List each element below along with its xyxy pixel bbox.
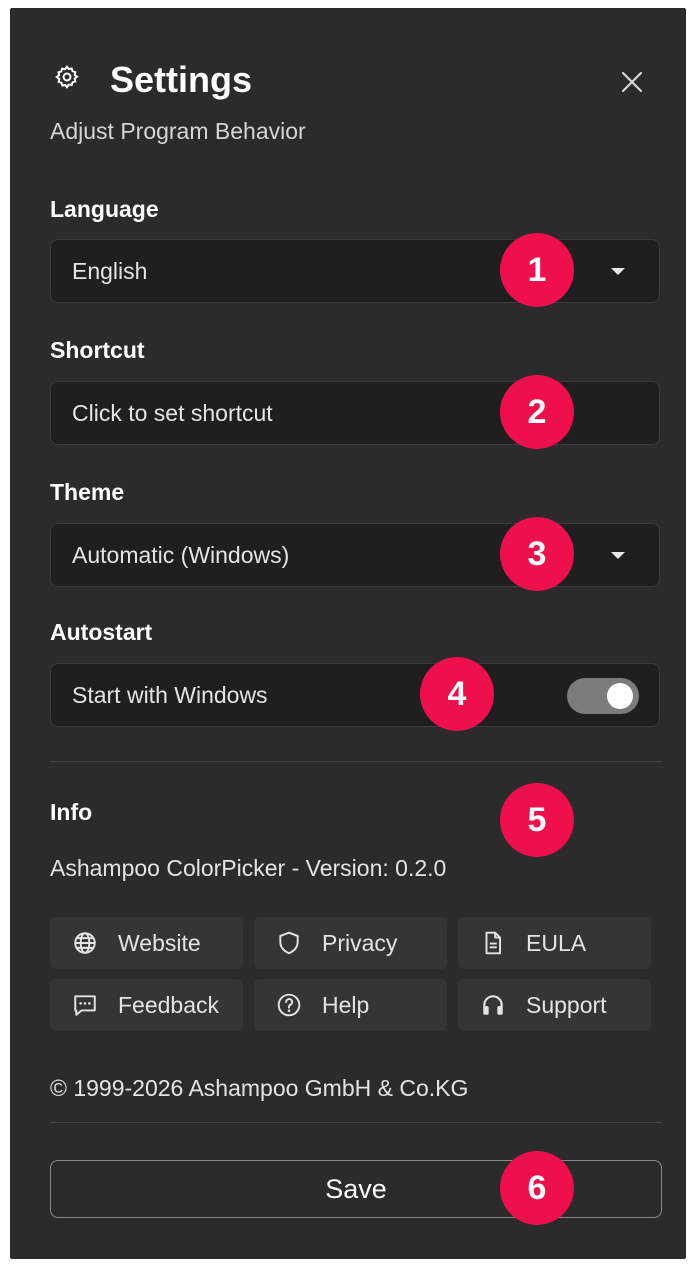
autostart-toggle[interactable] <box>567 678 639 714</box>
help-icon <box>277 993 301 1017</box>
globe-icon <box>74 932 96 954</box>
gear-icon <box>55 65 79 90</box>
annotation-badge-2: 2 <box>500 375 574 449</box>
settings-panel: Settings Adjust Program Behavior Languag… <box>10 8 686 1259</box>
autostart-label: Autostart <box>50 619 153 645</box>
shortcut-placeholder: Click to set shortcut <box>72 400 273 426</box>
annotation-badge-6: 6 <box>500 1151 574 1225</box>
info-label: Info <box>50 799 93 825</box>
support-label: Support <box>526 992 607 1018</box>
feedback-button[interactable]: Feedback <box>50 979 243 1031</box>
help-button[interactable]: Help <box>254 979 447 1031</box>
headset-icon <box>483 995 503 1015</box>
divider <box>50 761 662 762</box>
chevron-down-icon <box>611 552 625 559</box>
shield-icon <box>279 931 299 955</box>
eula-button[interactable]: EULA <box>458 917 651 969</box>
autostart-toggle-label: Start with Windows <box>72 682 268 708</box>
divider <box>50 1122 662 1123</box>
version-text: Ashampoo ColorPicker - Version: 0.2.0 <box>50 855 447 881</box>
annotation-badge-4: 4 <box>420 657 494 731</box>
privacy-label: Privacy <box>322 930 398 956</box>
toggle-knob <box>607 683 633 709</box>
support-button[interactable]: Support <box>458 979 651 1031</box>
annotation-badge-3: 3 <box>500 517 574 591</box>
page-title: Settings <box>110 59 253 100</box>
annotation-badge-1: 1 <box>500 233 574 307</box>
privacy-button[interactable]: Privacy <box>254 917 447 969</box>
help-label: Help <box>322 992 370 1018</box>
annotation-badge-5: 5 <box>500 783 574 857</box>
website-button[interactable]: Website <box>50 917 243 969</box>
document-icon <box>485 931 502 955</box>
autostart-row: Start with Windows <box>50 663 660 727</box>
theme-label: Theme <box>50 479 125 505</box>
feedback-label: Feedback <box>118 992 220 1018</box>
theme-value: Automatic (Windows) <box>72 542 290 568</box>
chevron-down-icon <box>611 268 625 275</box>
shortcut-label: Shortcut <box>50 337 145 363</box>
language-label: Language <box>50 196 159 222</box>
chat-icon <box>74 995 96 1016</box>
website-label: Website <box>118 930 201 956</box>
copyright-text: © 1999-2026 Ashampoo GmbH & Co.KG <box>50 1075 469 1101</box>
close-icon[interactable] <box>618 68 646 96</box>
eula-label: EULA <box>526 930 587 956</box>
page-subtitle: Adjust Program Behavior <box>50 118 306 144</box>
language-value: English <box>72 258 148 284</box>
